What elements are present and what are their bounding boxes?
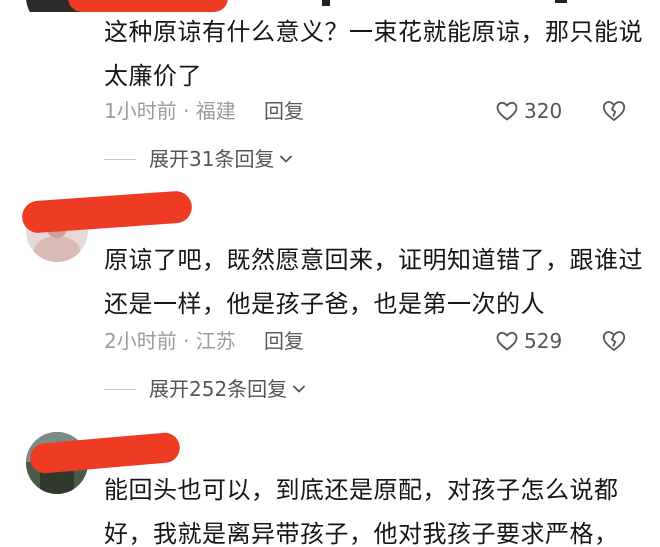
comment-text: 原谅了吧，既然愿意回来，证明知道错了，跟谁过还是一样，他是孩子爸，也是第一次的人 bbox=[104, 246, 643, 318]
expand-replies-label: 展开31条回复 bbox=[149, 147, 275, 171]
username-fragment bbox=[555, 0, 567, 3]
comment-text: 这种原谅有什么意义？一束花就能原谅，那只能说太廉价了 bbox=[104, 18, 643, 90]
expand-replies-button[interactable]: 展开252条回复 bbox=[104, 374, 306, 404]
like-button[interactable]: 529 bbox=[495, 326, 562, 356]
heart-outline-icon bbox=[496, 331, 518, 351]
heart-outline-icon bbox=[496, 101, 518, 121]
comment-list: 这种原谅有什么意义？一束花就能原谅，那只能说太廉价了 1小时前 · 福建 回复 … bbox=[0, 0, 660, 547]
broken-heart-icon[interactable] bbox=[601, 98, 627, 124]
like-count: 320 bbox=[524, 99, 563, 123]
chevron-down-icon bbox=[280, 155, 293, 163]
divider bbox=[104, 388, 136, 390]
comment-meta: 1小时前 · 福建 回复 320 bbox=[104, 96, 634, 126]
redacted-username bbox=[21, 190, 193, 234]
comment-time-location: 2小时前 · 江苏 bbox=[104, 329, 236, 353]
like-button[interactable]: 320 bbox=[495, 96, 562, 126]
expand-replies-button[interactable]: 展开31条回复 bbox=[104, 144, 293, 174]
comment-text: 能回头也可以，到底还是原配，对孩子怎么说都好，我就是离异带孩子，他对我孩子要求严… bbox=[104, 476, 619, 547]
expand-replies-label: 展开252条回复 bbox=[149, 377, 288, 401]
divider bbox=[104, 158, 136, 160]
comment-time-location: 1小时前 · 福建 bbox=[104, 99, 236, 123]
reply-button[interactable]: 回复 bbox=[264, 96, 304, 126]
comment-meta: 2小时前 · 江苏 回复 529 bbox=[104, 326, 634, 356]
like-count: 529 bbox=[524, 329, 563, 353]
reply-button[interactable]: 回复 bbox=[264, 326, 304, 356]
chevron-down-icon bbox=[293, 385, 306, 393]
username-fragment bbox=[322, 0, 330, 6]
broken-heart-icon[interactable] bbox=[601, 328, 627, 354]
